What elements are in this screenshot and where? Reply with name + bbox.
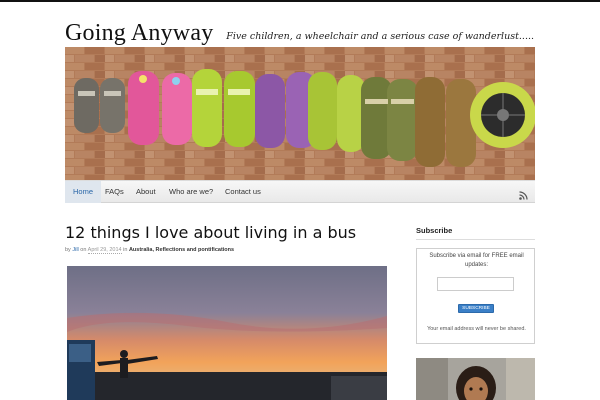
nav-item-contact-us[interactable]: Contact us [217,181,269,203]
main-nav: Home FAQs About Who are we? Contact us [65,180,535,203]
post-featured-image[interactable] [67,266,387,400]
subscribe-button[interactable]: SUBSCRIBE [458,304,494,313]
privacy-note: Your email address will never be shared. [427,326,526,332]
divider [416,239,535,240]
nav-item-faqs[interactable]: FAQs [97,181,132,203]
sidebar-photo[interactable] [416,358,535,400]
subscribe-widget: Subscribe via email for FREE email updat… [416,248,535,344]
category-links[interactable]: Australia, Reflections and pontification… [129,247,234,253]
nav-item-home[interactable]: Home [65,181,102,203]
subscribe-text: Subscribe via email for FREE email updat… [429,253,524,268]
post-date: April 29, 2014 [87,247,122,254]
top-border [0,0,600,2]
meta-on: on [80,247,87,253]
nav-item-about[interactable]: About [128,181,164,203]
post-title[interactable]: 12 things I love about living in a bus [65,223,356,242]
rss-icon[interactable] [519,187,528,200]
subscribe-heading: Subscribe [416,226,453,235]
meta-by: by [65,247,71,253]
author-link[interactable]: Jill [72,247,78,253]
site-tagline: Five children, a wheelchair and a seriou… [226,31,534,42]
nav-item-who-are-we[interactable]: Who are we? [161,181,221,203]
post-meta: by Jill on April 29, 2014 in Australia, … [65,247,234,254]
email-field[interactable] [437,277,514,291]
site-title[interactable]: Going Anyway [65,20,213,47]
header-banner-image [65,47,535,180]
meta-in: in [123,247,128,253]
